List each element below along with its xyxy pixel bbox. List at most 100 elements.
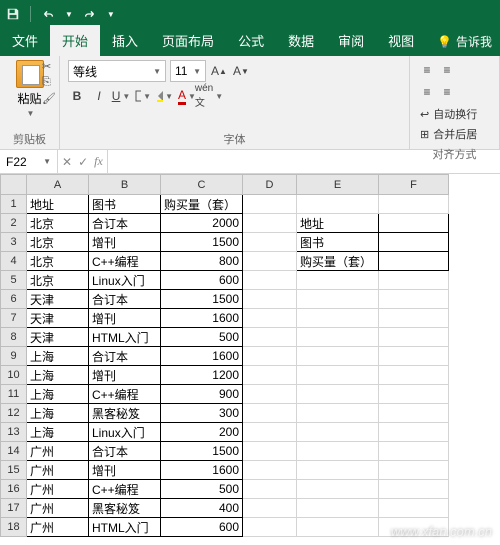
col-header-A[interactable]: A bbox=[27, 175, 89, 195]
enter-icon[interactable]: ✓ bbox=[78, 155, 88, 169]
cell[interactable] bbox=[297, 461, 379, 480]
cell[interactable] bbox=[297, 328, 379, 347]
cell[interactable]: HTML入门 bbox=[89, 518, 161, 537]
cell[interactable] bbox=[243, 195, 297, 214]
cell[interactable]: 1500 bbox=[161, 233, 243, 252]
cell[interactable]: 300 bbox=[161, 404, 243, 423]
cell[interactable] bbox=[243, 385, 297, 404]
cell[interactable] bbox=[243, 214, 297, 233]
cell[interactable] bbox=[297, 290, 379, 309]
cell[interactable]: 增刊 bbox=[89, 309, 161, 328]
row-header[interactable]: 8 bbox=[1, 328, 27, 347]
cell[interactable] bbox=[243, 442, 297, 461]
cell[interactable] bbox=[297, 385, 379, 404]
align-center-icon[interactable]: ≡ bbox=[438, 82, 456, 102]
cell[interactable] bbox=[243, 499, 297, 518]
cell[interactable]: 400 bbox=[161, 499, 243, 518]
save-icon[interactable] bbox=[6, 7, 20, 21]
cell[interactable] bbox=[297, 480, 379, 499]
tab-page-layout[interactable]: 页面布局 bbox=[150, 25, 226, 56]
align-top-icon[interactable]: ≡ bbox=[418, 60, 436, 80]
cell[interactable] bbox=[297, 271, 379, 290]
cell[interactable]: 2000 bbox=[161, 214, 243, 233]
qat-customize-icon[interactable]: ▼ bbox=[107, 10, 115, 19]
tab-data[interactable]: 数据 bbox=[276, 25, 326, 56]
col-header-B[interactable]: B bbox=[89, 175, 161, 195]
cell[interactable] bbox=[243, 366, 297, 385]
cell[interactable]: 800 bbox=[161, 252, 243, 271]
cell[interactable]: 900 bbox=[161, 385, 243, 404]
phonetic-button[interactable]: wén文▼ bbox=[200, 86, 218, 106]
cell[interactable]: 1200 bbox=[161, 366, 243, 385]
cell[interactable]: 北京 bbox=[27, 233, 89, 252]
cell[interactable]: 上海 bbox=[27, 423, 89, 442]
wrap-text-button[interactable]: ↩ 自动换行 bbox=[418, 104, 491, 124]
underline-button[interactable]: U▼ bbox=[112, 86, 130, 106]
cell[interactable] bbox=[297, 366, 379, 385]
cell[interactable]: 北京 bbox=[27, 214, 89, 233]
redo-icon[interactable] bbox=[83, 7, 97, 21]
cell[interactable] bbox=[379, 347, 449, 366]
cell[interactable]: 购买量（套） bbox=[161, 195, 243, 214]
cell[interactable] bbox=[379, 366, 449, 385]
cell[interactable] bbox=[379, 480, 449, 499]
cell[interactable] bbox=[243, 518, 297, 537]
tell-me[interactable]: 💡 告诉我 bbox=[429, 27, 500, 56]
cell[interactable]: 增刊 bbox=[89, 233, 161, 252]
row-header[interactable]: 13 bbox=[1, 423, 27, 442]
cell[interactable]: Linux入门 bbox=[89, 423, 161, 442]
cell[interactable]: 200 bbox=[161, 423, 243, 442]
cell[interactable] bbox=[297, 404, 379, 423]
cell[interactable] bbox=[297, 347, 379, 366]
cell[interactable]: 上海 bbox=[27, 385, 89, 404]
cell[interactable]: 地址 bbox=[297, 214, 379, 233]
cell[interactable] bbox=[297, 518, 379, 537]
merge-center-button[interactable]: ⊞ 合并后居 bbox=[418, 124, 491, 144]
cell[interactable]: 黑客秘笈 bbox=[89, 499, 161, 518]
cell[interactable] bbox=[243, 252, 297, 271]
align-middle-icon[interactable]: ≡ bbox=[438, 60, 456, 80]
increase-font-icon[interactable]: A▲ bbox=[210, 61, 228, 81]
cell[interactable] bbox=[243, 461, 297, 480]
row-header[interactable]: 9 bbox=[1, 347, 27, 366]
cell[interactable]: 500 bbox=[161, 480, 243, 499]
row-header[interactable]: 2 bbox=[1, 214, 27, 233]
cell[interactable] bbox=[297, 423, 379, 442]
cell[interactable]: 上海 bbox=[27, 347, 89, 366]
cell[interactable]: 广州 bbox=[27, 442, 89, 461]
cell[interactable]: C++编程 bbox=[89, 385, 161, 404]
tab-review[interactable]: 审阅 bbox=[326, 25, 376, 56]
cell[interactable] bbox=[297, 442, 379, 461]
cell[interactable] bbox=[379, 499, 449, 518]
cell[interactable]: 北京 bbox=[27, 271, 89, 290]
row-header[interactable]: 15 bbox=[1, 461, 27, 480]
cell[interactable]: 1600 bbox=[161, 347, 243, 366]
row-header[interactable]: 7 bbox=[1, 309, 27, 328]
fx-icon[interactable]: fx bbox=[94, 154, 103, 169]
tab-home[interactable]: 开始 bbox=[50, 25, 100, 56]
cell[interactable]: 北京 bbox=[27, 252, 89, 271]
undo-dropdown-icon[interactable]: ▼ bbox=[65, 10, 73, 19]
cell[interactable] bbox=[243, 290, 297, 309]
name-box[interactable]: F22▼ bbox=[0, 150, 58, 173]
col-header-C[interactable]: C bbox=[161, 175, 243, 195]
cell[interactable]: 地址 bbox=[27, 195, 89, 214]
row-header[interactable]: 6 bbox=[1, 290, 27, 309]
cell[interactable] bbox=[243, 233, 297, 252]
cell[interactable] bbox=[379, 518, 449, 537]
undo-icon[interactable] bbox=[41, 7, 55, 21]
cell[interactable]: 合订本 bbox=[89, 442, 161, 461]
cell[interactable]: 上海 bbox=[27, 366, 89, 385]
copy-icon[interactable]: ⎘ bbox=[42, 76, 56, 90]
cell[interactable]: 天津 bbox=[27, 328, 89, 347]
cell[interactable]: 图书 bbox=[89, 195, 161, 214]
cell[interactable] bbox=[243, 404, 297, 423]
cell[interactable] bbox=[297, 309, 379, 328]
cell[interactable]: C++编程 bbox=[89, 252, 161, 271]
cell[interactable] bbox=[379, 442, 449, 461]
cell[interactable] bbox=[379, 195, 449, 214]
cell[interactable] bbox=[379, 404, 449, 423]
cut-icon[interactable]: ✂ bbox=[42, 60, 56, 74]
cell[interactable]: 上海 bbox=[27, 404, 89, 423]
cell[interactable] bbox=[379, 271, 449, 290]
